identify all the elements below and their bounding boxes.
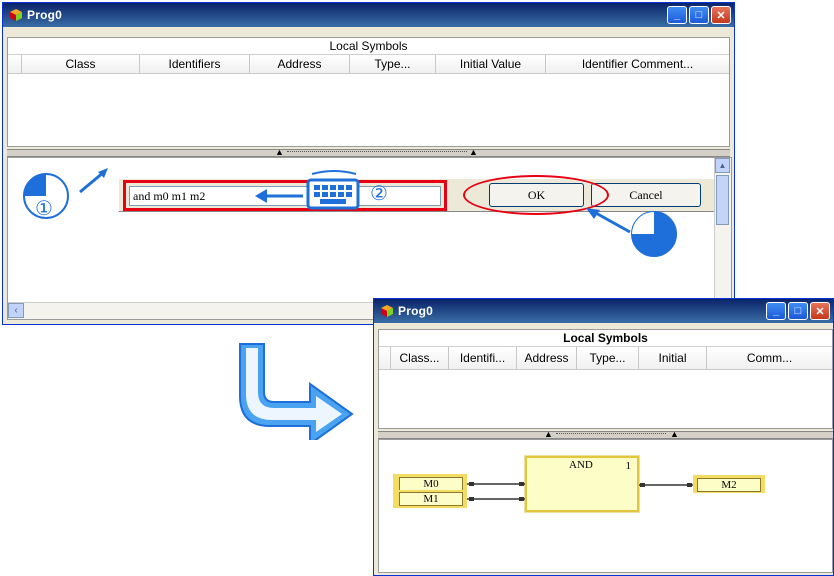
minimize-button[interactable]: _	[667, 6, 687, 24]
title-bar-bottom[interactable]: Prog0 _ □ ✕	[374, 299, 833, 323]
splitter-up-arrow-icon: ▲	[275, 147, 284, 157]
title-bar[interactable]: Prog0 _ □ ✕	[3, 3, 734, 27]
close-button-bottom[interactable]: ✕	[810, 302, 830, 320]
splitter-grip	[287, 151, 467, 155]
column-identifiers-bottom[interactable]: Identifi...	[449, 347, 517, 369]
splitter-down-arrow-icon: ▲	[469, 147, 478, 157]
splitter-grip-bottom	[556, 433, 666, 437]
column-comment-bottom[interactable]: Comm...	[707, 347, 832, 369]
minimize-button-bottom[interactable]: _	[766, 302, 786, 320]
step-2-number: ②	[370, 181, 388, 205]
step-1-number: ①	[35, 196, 53, 220]
local-symbols-title-bottom: Local Symbols	[379, 330, 832, 347]
scroll-thumb[interactable]	[716, 175, 729, 225]
window-title-bottom: Prog0	[398, 304, 434, 318]
header-spacer-bottom	[379, 347, 391, 369]
scroll-left-icon[interactable]: ‹	[8, 303, 24, 318]
keyboard-icon	[306, 170, 360, 210]
column-address-bottom[interactable]: Address	[517, 347, 577, 369]
scroll-up-icon[interactable]: ▲	[715, 158, 730, 173]
column-initial-value[interactable]: Initial Value	[436, 55, 546, 73]
app-icon-bottom	[380, 304, 394, 318]
column-type[interactable]: Type...	[350, 55, 436, 73]
step-3-arrow-icon	[586, 208, 631, 234]
vertical-scrollbar[interactable]: ▲	[714, 158, 731, 319]
maximize-button[interactable]: □	[689, 6, 709, 24]
app-icon	[9, 8, 23, 22]
pane-splitter-bottom[interactable]: ▲ ▲	[378, 429, 833, 439]
transition-arrow-icon	[239, 343, 354, 440]
symbols-header-row-bottom: Class... Identifi... Address Type... Ini…	[379, 347, 832, 370]
pane-splitter[interactable]: ▲ ▲	[7, 147, 730, 157]
local-symbols-table-bottom: Local Symbols Class... Identifi... Addre…	[378, 329, 833, 429]
header-spacer	[8, 55, 22, 73]
splitter-up-arrow-icon-bottom: ▲	[544, 429, 553, 439]
column-class[interactable]: Class	[22, 55, 140, 73]
step-1-arrow-icon	[79, 168, 108, 194]
column-address[interactable]: Address	[250, 55, 350, 73]
column-identifier-comment[interactable]: Identifier Comment...	[546, 55, 729, 73]
local-symbols-title: Local Symbols	[8, 38, 729, 55]
splitter-down-arrow-icon-bottom: ▲	[670, 429, 679, 439]
local-symbols-table: Local Symbols Class Identifiers Address …	[7, 37, 730, 147]
connection-wires	[467, 482, 693, 501]
window-title: Prog0	[27, 8, 63, 22]
maximize-button-bottom[interactable]: □	[788, 302, 808, 320]
prog0-window-top: Prog0 _ □ ✕ Local Symbols Class Identifi…	[2, 2, 735, 325]
step-2-arrow-icon	[255, 189, 303, 203]
ladder-editor-area[interactable]: AND 1 M0 M1 M2	[378, 439, 833, 573]
column-initial-bottom[interactable]: Initial	[639, 347, 707, 369]
symbols-header-row: Class Identifiers Address Type... Initia…	[8, 55, 729, 74]
column-identifiers[interactable]: Identifiers	[140, 55, 250, 73]
step-3-number: ③	[642, 236, 660, 260]
column-class-bottom[interactable]: Class...	[391, 347, 449, 369]
prog0-window-bottom: Prog0 _ □ ✕ Local Symbols Class... Ident…	[373, 298, 834, 576]
close-button[interactable]: ✕	[711, 6, 731, 24]
column-type-bottom[interactable]: Type...	[577, 347, 639, 369]
